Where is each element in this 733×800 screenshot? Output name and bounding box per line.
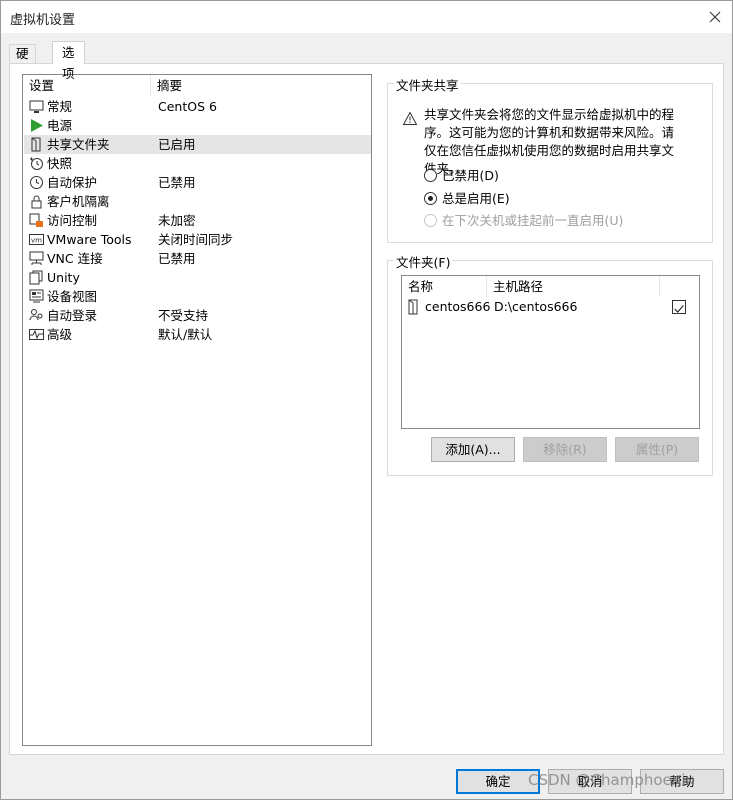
- settings-item-label: VNC 连接: [47, 251, 103, 266]
- settings-item-advanced[interactable]: 高级 默认/默认: [24, 325, 371, 344]
- settings-item-label: Unity: [47, 270, 80, 285]
- settings-item-label: 访问控制: [47, 213, 98, 228]
- ok-button[interactable]: 确定: [456, 769, 540, 794]
- settings-item-guest-isolation[interactable]: 客户机隔离: [24, 192, 371, 211]
- settings-item-summary: 已禁用: [158, 251, 196, 266]
- settings-item-summary: 已禁用: [158, 175, 196, 190]
- settings-item-label: VMware Tools: [47, 232, 132, 247]
- settings-item-label: 客户机隔离: [47, 194, 110, 209]
- settings-item-summary: 关闭时间同步: [158, 232, 234, 247]
- column-header-name[interactable]: 名称: [402, 276, 487, 297]
- settings-item-label: 电源: [47, 118, 73, 133]
- settings-item-label: 共享文件夹: [47, 137, 110, 152]
- settings-item-label: 快照: [47, 156, 73, 171]
- settings-list[interactable]: 设置 摘要 常规 CentOS 6 电源 共享文件夹 已启用 快照 自动保护 已…: [22, 74, 372, 746]
- settings-item-shared-folders[interactable]: 共享文件夹 已启用: [24, 135, 371, 154]
- settings-item-summary: 未加密: [158, 213, 196, 228]
- pulse-icon: [29, 329, 44, 340]
- settings-item-general[interactable]: 常规 CentOS 6: [24, 97, 371, 116]
- radio-circle: [424, 214, 437, 227]
- tab-options[interactable]: 选项: [52, 41, 85, 81]
- snapshot-icon: [30, 157, 43, 170]
- svg-text:vm: vm: [31, 237, 42, 245]
- access-control-icon: [29, 213, 43, 227]
- settings-item-power[interactable]: 电源: [24, 116, 371, 135]
- window-title: 虚拟机设置: [10, 13, 76, 28]
- settings-item-label: 高级: [47, 327, 73, 342]
- lock-icon: [31, 195, 42, 209]
- settings-item-vmware-tools[interactable]: vm VMware Tools 关闭时间同步: [24, 230, 371, 249]
- settings-item-summary: 已启用: [158, 137, 196, 152]
- monitor-icon: [29, 100, 44, 113]
- settings-item-access-control[interactable]: 访问控制 未加密: [24, 211, 371, 230]
- clock-icon: [30, 176, 43, 189]
- column-header-host-path[interactable]: 主机路径: [487, 276, 660, 297]
- radio-circle: [424, 192, 437, 205]
- network-icon: [29, 251, 44, 265]
- settings-item-summary: 默认/默认: [158, 327, 213, 342]
- column-header-setting[interactable]: 设置: [23, 75, 151, 97]
- folders-group: 文件夹(F) 名称 主机路径 centos666 D:\centos666 添加…: [387, 252, 713, 476]
- folder-host-path: D:\centos666: [494, 299, 578, 314]
- column-header-summary[interactable]: 摘要: [151, 75, 371, 97]
- add-folder-button[interactable]: 添加(A)...: [431, 437, 515, 462]
- settings-item-label: 自动保护: [47, 175, 98, 190]
- settings-item-label: 常规: [47, 99, 73, 114]
- folder-name: centos666: [425, 299, 491, 314]
- vm-icon: vm: [29, 234, 44, 245]
- checkmark-icon: [674, 305, 684, 313]
- radio-label: 在下次关机或挂起前一直启用(U): [442, 213, 624, 228]
- users-icon: [29, 309, 43, 321]
- radio-label: 已禁用(D): [442, 168, 499, 183]
- properties-button: 属性(P): [615, 437, 699, 462]
- tab-hardware[interactable]: 硬件: [9, 44, 36, 79]
- settings-item-summary: CentOS 6: [158, 99, 217, 114]
- folder-sharing-title: 文件夹共享: [394, 75, 461, 94]
- unity-icon: [29, 270, 43, 285]
- remove-folder-button: 移除(R): [523, 437, 607, 462]
- cancel-button[interactable]: 取消: [548, 769, 632, 794]
- settings-item-label: 自动登录: [47, 308, 98, 323]
- settings-item-device-view[interactable]: 设备视图: [24, 287, 371, 306]
- settings-item-unity[interactable]: Unity: [24, 268, 371, 287]
- settings-item-summary: 不受支持: [158, 308, 209, 323]
- radio-circle: [424, 169, 437, 182]
- folders-title: 文件夹(F): [394, 252, 453, 271]
- device-view-icon: [29, 289, 44, 303]
- close-button[interactable]: [702, 4, 728, 30]
- radio-dot: [428, 196, 433, 201]
- shared-folder-icon: [408, 299, 418, 315]
- radio-label: 总是启用(E): [442, 191, 510, 206]
- help-button[interactable]: 帮助: [640, 769, 724, 794]
- warning-icon: [403, 112, 417, 125]
- settings-item-label: 设备视图: [47, 289, 98, 304]
- column-header-enabled: [660, 276, 699, 297]
- folder-row[interactable]: centos666 D:\centos666: [403, 297, 699, 317]
- settings-item-autologin[interactable]: 自动登录 不受支持: [24, 306, 371, 325]
- settings-item-snapshots[interactable]: 快照: [24, 154, 371, 173]
- folder-enabled-checkbox[interactable]: [672, 300, 686, 314]
- folders-list[interactable]: 名称 主机路径 centos666 D:\centos666: [401, 275, 700, 429]
- title-bar: 虚拟机设置: [1, 1, 732, 33]
- shared-folder-icon: [31, 137, 41, 152]
- folder-sharing-group: 文件夹共享 共享文件夹会将您的文件显示给虚拟机中的程序。这可能为您的计算机和数据…: [387, 75, 713, 243]
- play-icon: [31, 119, 43, 132]
- settings-item-autoprotect[interactable]: 自动保护 已禁用: [24, 173, 371, 192]
- close-icon: [709, 11, 721, 23]
- settings-window: 虚拟机设置 硬件 选项 设置 摘要 常规 CentOS 6 电源 共享文件夹 已…: [0, 0, 733, 800]
- settings-item-vnc[interactable]: VNC 连接 已禁用: [24, 249, 371, 268]
